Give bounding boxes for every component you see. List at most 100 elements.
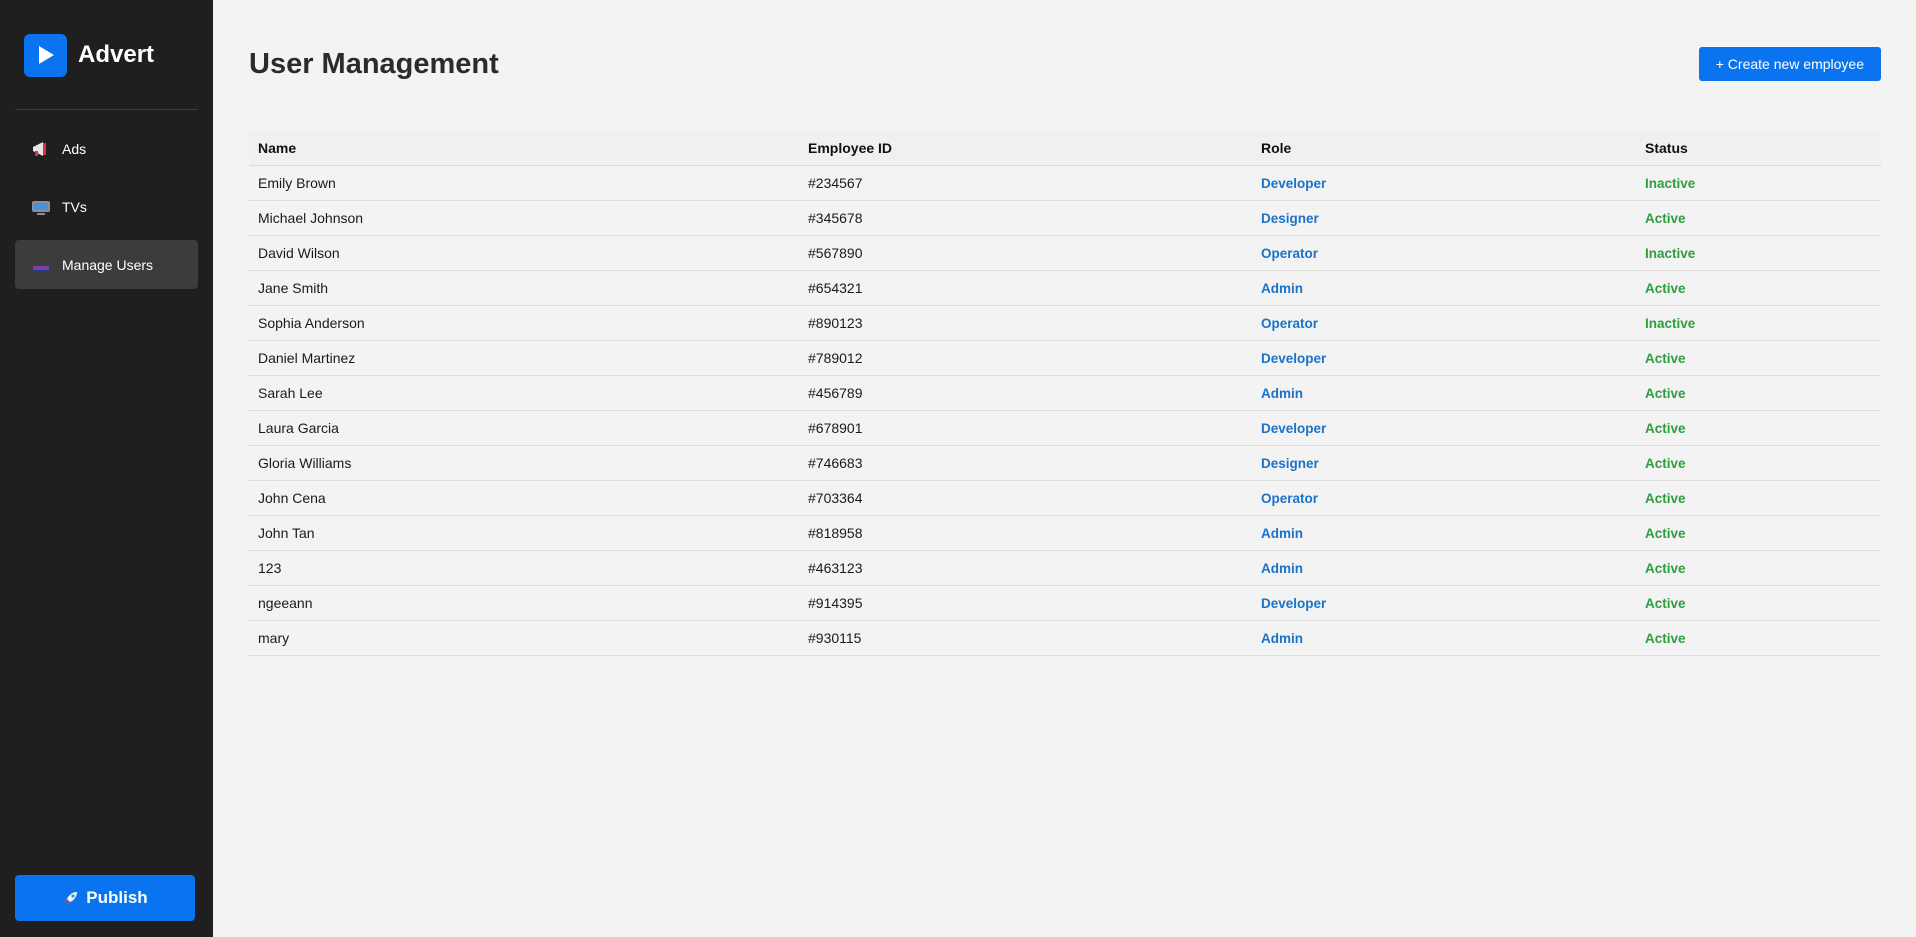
- publish-label: Publish: [86, 888, 148, 907]
- cell-name: Daniel Martinez: [249, 340, 799, 376]
- cell-name-text: John Cena: [258, 490, 326, 506]
- table-row[interactable]: Sarah Lee #456789 Admin Active: [249, 375, 1881, 411]
- cell-status-text: Active: [1645, 491, 1686, 506]
- cell-name-text: David Wilson: [258, 245, 340, 261]
- cell-name-text: Gloria Williams: [258, 455, 352, 471]
- cell-role-text: Admin: [1261, 386, 1303, 401]
- cell-employee-id-text: #789012: [808, 350, 863, 366]
- cell-employee-id-text: #463123: [808, 560, 863, 576]
- cell-role-text: Developer: [1261, 176, 1327, 191]
- megaphone-icon: [31, 139, 51, 159]
- cell-employee-id-text: #703364: [808, 490, 863, 506]
- cell-status-text: Inactive: [1645, 176, 1696, 191]
- cell-status-text: Active: [1645, 561, 1686, 576]
- table-row[interactable]: Daniel Martinez #789012 Developer Active: [249, 340, 1881, 376]
- cell-role-text: Admin: [1261, 561, 1303, 576]
- cell-employee-id-text: #345678: [808, 210, 863, 226]
- sidebar-divider: [15, 109, 198, 110]
- cell-name-text: Michael Johnson: [258, 210, 364, 226]
- cell-role-text: Developer: [1261, 596, 1327, 611]
- cell-status: Active: [1636, 410, 1881, 446]
- tv-icon: [31, 197, 51, 217]
- column-header-status[interactable]: Status: [1636, 130, 1881, 166]
- table-row[interactable]: 123 #463123 Admin Active: [249, 550, 1881, 586]
- cell-role: Admin: [1252, 270, 1636, 306]
- column-header-role[interactable]: Role: [1252, 130, 1636, 166]
- cell-employee-id: #789012: [799, 340, 1252, 376]
- create-employee-button[interactable]: + Create new employee: [1698, 47, 1881, 81]
- sidebar-item-tvs[interactable]: TVs: [15, 182, 198, 231]
- table-row[interactable]: Gloria Williams #746683 Designer Active: [249, 445, 1881, 481]
- table-row[interactable]: David Wilson #567890 Operator Inactive: [249, 235, 1881, 271]
- cell-employee-id-text: #890123: [808, 315, 863, 331]
- table-row[interactable]: mary #930115 Admin Active: [249, 620, 1881, 656]
- cell-employee-id: #678901: [799, 410, 1252, 446]
- cell-role-text: Designer: [1261, 456, 1319, 471]
- cell-status-text: Inactive: [1645, 316, 1696, 331]
- cell-name-text: Sarah Lee: [258, 385, 323, 401]
- cell-name: John Cena: [249, 480, 799, 516]
- cell-role: Operator: [1252, 480, 1636, 516]
- table-row[interactable]: Jane Smith #654321 Admin Active: [249, 270, 1881, 306]
- users-table: Name Employee ID Role Status Emily Brown…: [249, 130, 1881, 656]
- cell-employee-id-text: #678901: [808, 420, 863, 436]
- table-body: Emily Brown #234567 Developer Inactive Micha…: [249, 165, 1881, 656]
- column-header-employee-id[interactable]: Employee ID: [799, 130, 1252, 166]
- main-content: User Management + Create new employee Na…: [213, 0, 1916, 937]
- cell-employee-id: #746683: [799, 445, 1252, 481]
- table-row[interactable]: Michael Johnson #345678 Designer Active: [249, 200, 1881, 236]
- table-header-row: Name Employee ID Role Status: [249, 130, 1881, 166]
- cell-role: Developer: [1252, 410, 1636, 446]
- cell-employee-id: #818958: [799, 515, 1252, 551]
- cell-employee-id: #890123: [799, 305, 1252, 341]
- table-row[interactable]: ngeeann #914395 Developer Active: [249, 585, 1881, 621]
- cell-status-text: Active: [1645, 386, 1686, 401]
- page-title: User Management: [249, 47, 499, 80]
- cell-employee-id: #234567: [799, 165, 1252, 201]
- cell-name: Emily Brown: [249, 165, 799, 201]
- cell-status: Active: [1636, 445, 1881, 481]
- cell-employee-id-text: #746683: [808, 455, 863, 471]
- cell-role: Operator: [1252, 235, 1636, 271]
- cell-status-text: Active: [1645, 421, 1686, 436]
- column-header-name[interactable]: Name: [249, 130, 799, 166]
- cell-role-text: Operator: [1261, 491, 1319, 506]
- cell-status-text: Active: [1645, 456, 1686, 471]
- cell-status: Active: [1636, 270, 1881, 306]
- cell-role: Developer: [1252, 340, 1636, 376]
- cell-role-text: Developer: [1261, 351, 1327, 366]
- cell-status: Active: [1636, 480, 1881, 516]
- table-row[interactable]: Sophia Anderson #890123 Operator Inactive: [249, 305, 1881, 341]
- cell-name: Sarah Lee: [249, 375, 799, 411]
- sidebar-nav: Ads TVs Manage Users: [0, 124, 213, 289]
- table-row[interactable]: John Tan #818958 Admin Active: [249, 515, 1881, 551]
- cell-status-text: Active: [1645, 596, 1686, 611]
- sidebar-item-ads[interactable]: Ads: [15, 124, 198, 173]
- cell-status: Inactive: [1636, 235, 1881, 271]
- sidebar-item-manage-users[interactable]: Manage Users: [15, 240, 198, 289]
- play-icon: [24, 33, 67, 77]
- cell-employee-id: #654321: [799, 270, 1252, 306]
- cell-name: David Wilson: [249, 235, 799, 271]
- cell-role: Admin: [1252, 550, 1636, 586]
- table-row[interactable]: John Cena #703364 Operator Active: [249, 480, 1881, 516]
- brand-name: Advert: [78, 41, 155, 68]
- app: Advert Ads TVs Manage Users Publish User…: [0, 0, 1916, 937]
- table-row[interactable]: Emily Brown #234567 Developer Inactive: [249, 165, 1881, 201]
- cell-employee-id-text: #914395: [808, 595, 863, 611]
- sidebar-item-label: TVs: [62, 198, 87, 215]
- cell-status-text: Active: [1645, 281, 1686, 296]
- brand[interactable]: Advert: [0, 0, 213, 80]
- cell-employee-id: #567890: [799, 235, 1252, 271]
- cell-role-text: Designer: [1261, 211, 1319, 226]
- table-row[interactable]: Laura Garcia #678901 Developer Active: [249, 410, 1881, 446]
- cell-name-text: Emily Brown: [258, 175, 336, 191]
- cell-status-text: Active: [1645, 211, 1686, 226]
- publish-button[interactable]: Publish: [15, 875, 195, 921]
- cell-name: 123: [249, 550, 799, 586]
- cell-role: Developer: [1252, 585, 1636, 621]
- cell-employee-id-text: #456789: [808, 385, 863, 401]
- sidebar-item-label: Manage Users: [62, 256, 154, 273]
- cell-employee-id-text: #930115: [808, 630, 862, 646]
- cell-status-text: Active: [1645, 351, 1686, 366]
